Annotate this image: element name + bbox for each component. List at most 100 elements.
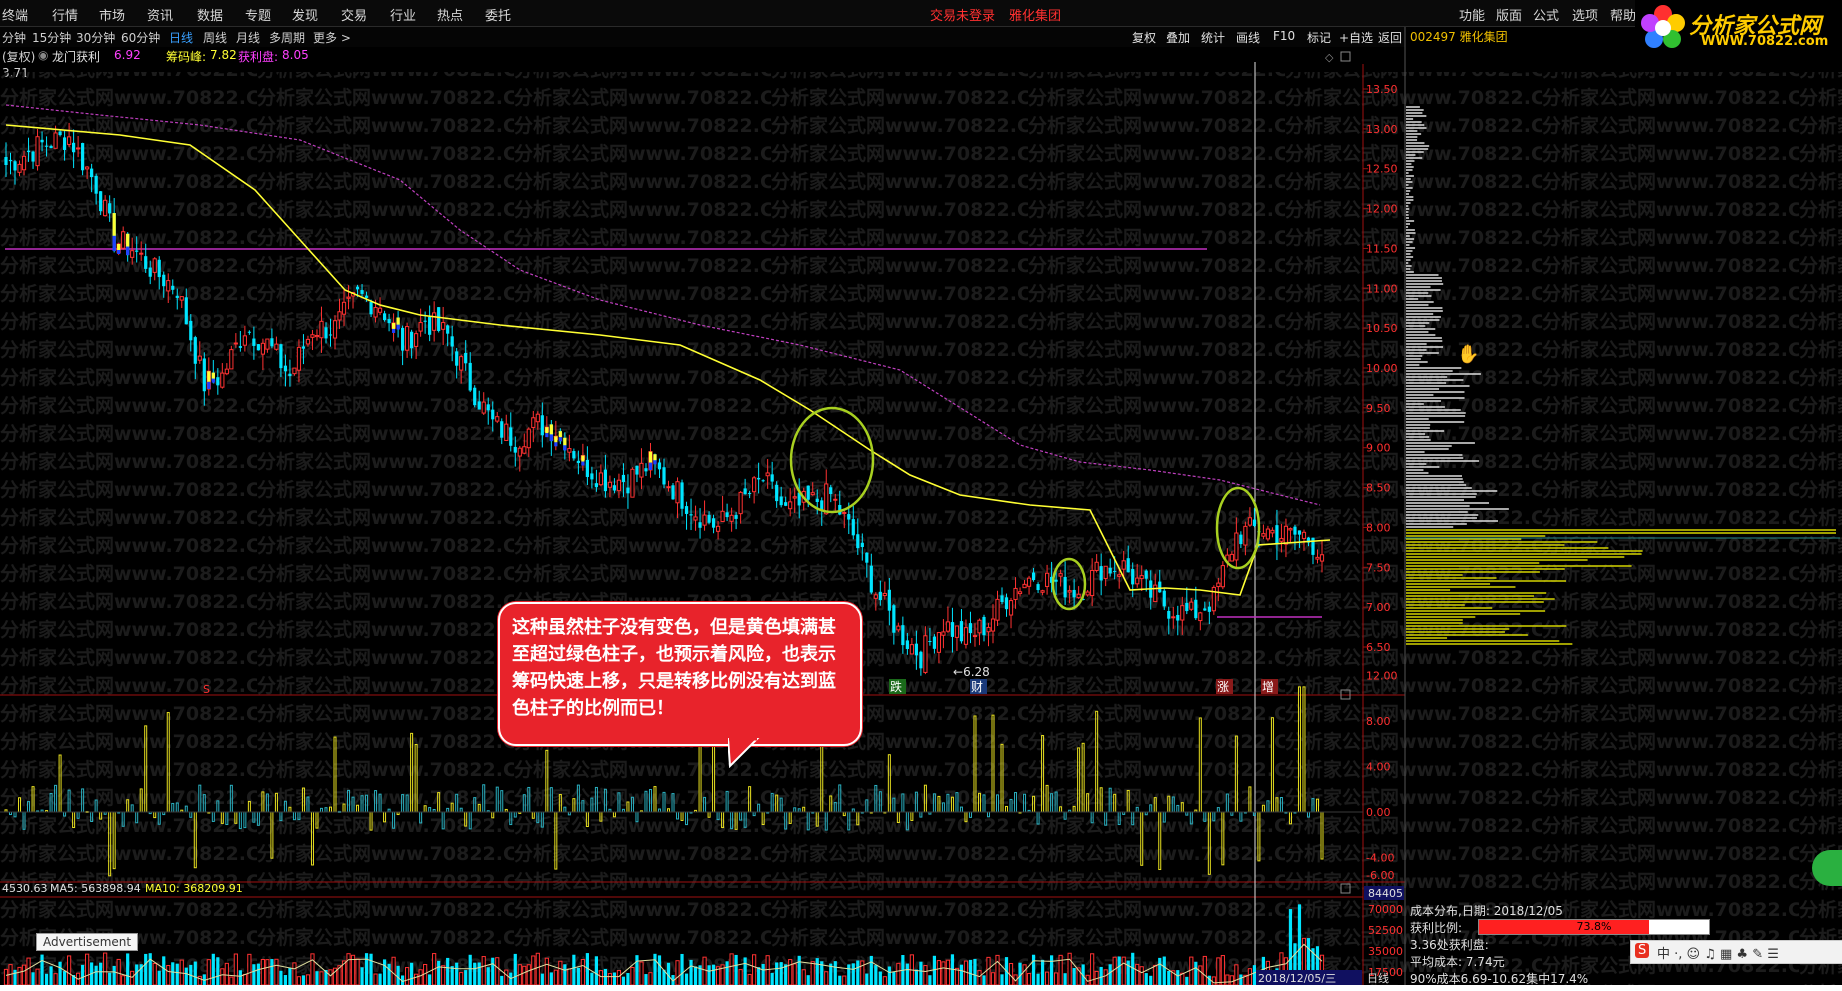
candle-body [842,511,847,514]
marker-increase[interactable]: 增 [1262,680,1274,694]
volume-bar [968,959,973,985]
volume-bar [260,959,265,985]
volume-bar [40,954,44,985]
volume-bar [757,967,761,985]
volume-bar [500,975,504,985]
candle-body [761,480,765,482]
yellow-fill-bar [581,455,585,462]
chart-canvas[interactable]: 分析家公式网www.70822.Com ←6.28 S 跌 财 涨 [0,0,1842,985]
candle-body [288,373,292,377]
candle-body [1054,579,1058,582]
volume-bar [865,973,869,985]
volume-bar [626,973,630,985]
maximize-icon[interactable] [1340,51,1351,62]
candle-body [130,250,135,258]
volume-bar [847,964,851,985]
candle-body [341,301,347,315]
volume-bar [315,971,319,985]
volume-bar [1049,955,1054,985]
crosshair-date: 2018/12/05/三 [1258,972,1336,985]
volume-bar [1144,973,1148,985]
candle-body [666,486,671,489]
candle-body [662,467,666,485]
blue-fill-bar [558,437,562,442]
volume-bar [576,967,580,985]
candle-body [1113,570,1117,572]
volume-bar [31,972,35,985]
volume-bar [693,966,698,985]
candle-body [85,166,90,170]
candle-body [418,322,423,332]
candle-body [607,481,613,488]
volume-bar [1185,976,1189,985]
avg-cost: 平均成本: 7.74元 [1410,955,1505,969]
volume-bar [977,970,982,985]
candle-body [689,514,693,516]
candle-body [446,325,450,334]
volume-bar [1239,974,1243,985]
volume-bar [58,961,62,985]
candle-body [152,258,157,273]
volume-bar [572,954,576,985]
candle-body [468,362,472,391]
candle-body [1265,528,1271,540]
price-tick-label: 8.50 [1366,482,1391,495]
marker-s[interactable]: S [203,683,210,696]
ime-toolbar[interactable]: S 中 ·, ☺ ♫ ▦ ♣ ✎ ☰ [1630,940,1842,964]
volume-bar [567,968,572,985]
volume-bar [369,953,373,985]
candle-body [1315,556,1320,560]
candle-body [1036,584,1040,591]
candle-body [639,462,644,478]
volume-bar [738,969,743,985]
volume-bar [126,953,130,985]
ime-icons[interactable]: 中 ·, ☺ ♫ ▦ ♣ ✎ ☰ [1657,943,1779,962]
volume-bar [418,969,423,985]
candle-body [62,137,67,150]
marker-finance[interactable]: 财 [971,680,983,694]
volume-bar [441,965,446,985]
candle-body [296,346,302,371]
candle-body [865,552,869,563]
side-float-button[interactable] [1812,850,1842,886]
volume-bar [1247,968,1252,985]
candle-body [972,635,978,638]
candle-body [1085,591,1090,596]
candle-body [815,498,819,502]
volume-bar [635,955,639,985]
marker-rise[interactable]: 涨 [1217,679,1229,694]
candle-body [99,191,103,212]
volume-bar [477,962,481,985]
volume-bar [923,965,928,985]
candle-body [522,446,527,454]
advertisement-badge[interactable]: Advertisement [36,933,139,951]
collapse-icon[interactable]: ◇ [1325,51,1334,64]
candle-body [49,146,53,149]
candle-body [806,485,810,500]
indicator-tick-label: -4.00 [1366,852,1394,865]
volume-bar [220,968,225,985]
yellow-fill-bar [117,244,121,251]
candle-body [702,514,707,526]
candle-body [914,643,918,656]
indicator-tick-label: -6.00 [1366,869,1394,882]
blue-fill-bar [126,246,130,256]
candle-body [1067,590,1072,593]
volume-bar [3,968,9,985]
candle-body [792,496,797,499]
volume-bar [1162,956,1166,985]
volume-bar [684,973,689,985]
volume-bar [116,958,121,985]
marker-fall[interactable]: 跌 [890,679,902,694]
candle-body [1090,569,1095,597]
volume-bar [1194,961,1198,985]
volume-bar [1000,974,1004,985]
indicator-tick-label: 8.00 [1366,715,1391,728]
yellow-fill-bar [549,424,553,435]
candle-body [166,280,171,292]
candle-body [765,472,770,477]
ime-logo-icon[interactable]: S [1635,943,1650,958]
candle-body [1288,528,1293,531]
profit-ratio-bar: 73.8% [1478,919,1710,935]
candle-body [1004,597,1009,610]
